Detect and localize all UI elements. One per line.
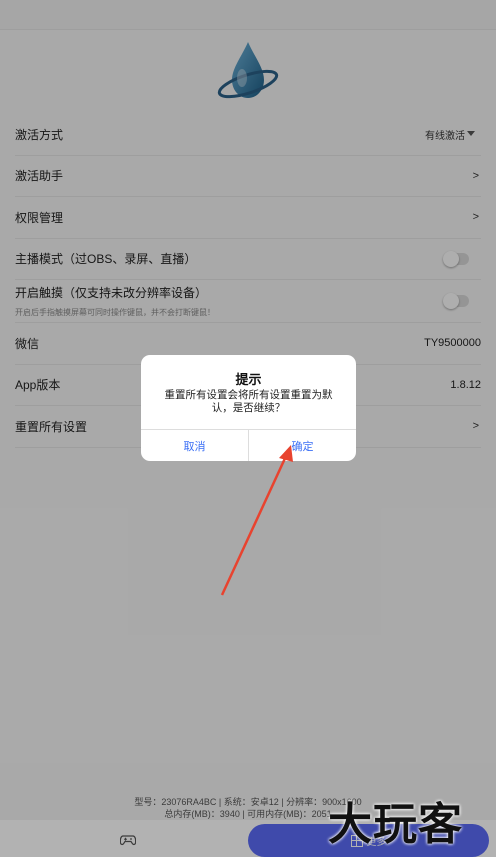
cancel-button[interactable]: 取消 <box>141 430 248 461</box>
reset-confirm-dialog: 提示 重置所有设置会将所有设置重置为默认，是否继续？ 取消 确定 <box>141 355 356 461</box>
watermark-logo: 大玩客 <box>328 799 463 850</box>
dialog-message: 重置所有设置会将所有设置重置为默认，是否继续？ <box>164 389 333 414</box>
dialog-title: 提示 <box>235 372 262 387</box>
confirm-button[interactable]: 确定 <box>248 430 356 461</box>
dialog-buttons: 取消 确定 <box>141 429 356 461</box>
